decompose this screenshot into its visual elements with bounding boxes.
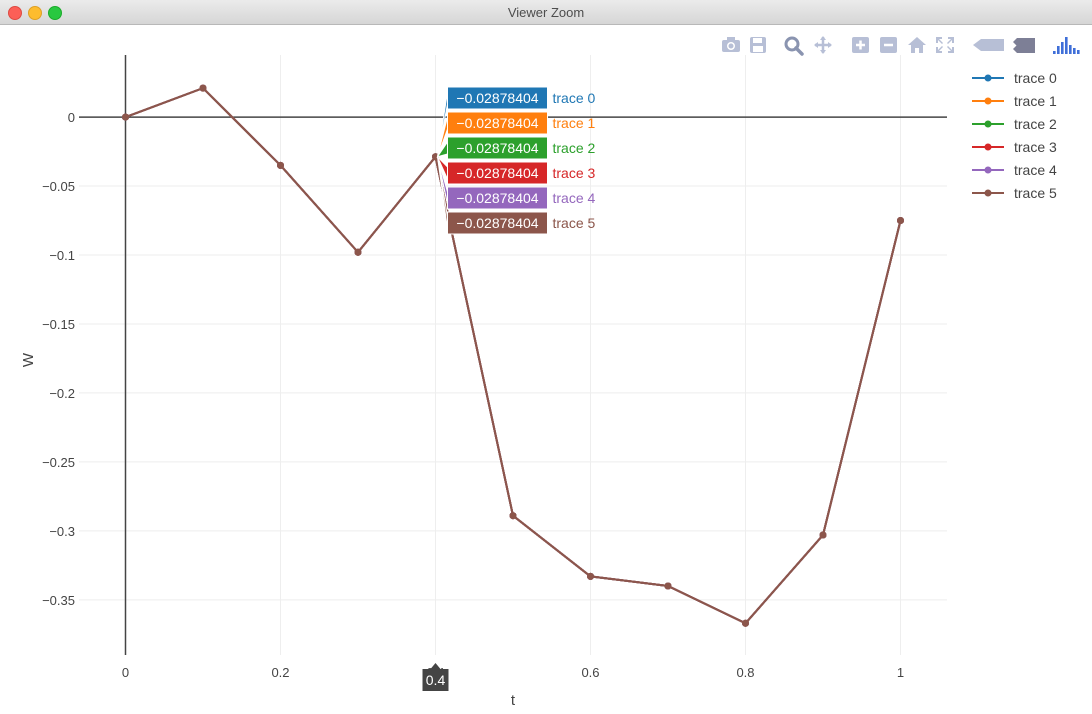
- x-tick-label: 1: [897, 665, 904, 680]
- viewer-window: Viewer Zoom 0 0.2 0.4 0.6 0.8 1 0 −0.05 −0.1 −0.1…: [0, 0, 1092, 714]
- data-point[interactable]: [122, 113, 129, 121]
- hover-value: −0.02878404: [456, 140, 538, 156]
- zoom-out-icon[interactable]: [879, 36, 899, 54]
- hover-trace-name: trace 2: [553, 140, 596, 156]
- legend-label: trace 2: [1014, 116, 1057, 132]
- legend-marker: [984, 74, 992, 82]
- legend[interactable]: trace 0 trace 1 trace 2 trace 3 trace 4 trace…: [972, 70, 1057, 201]
- plot-area[interactable]: 0 0.2 0.4 0.6 0.8 1 0 −0.05 −0.1 −0.15 −0.2 −0.25 −0…: [0, 25, 1092, 714]
- hover-trace-name: trace 1: [553, 115, 596, 131]
- x-axis-title: t: [511, 692, 516, 709]
- autoscale-icon[interactable]: [935, 36, 955, 54]
- data-point[interactable]: [199, 84, 207, 92]
- hover-value: −0.02878404: [456, 215, 538, 231]
- legend-label: trace 3: [1014, 139, 1057, 155]
- hover-labels: −0.02878404 trace 0 −0.02878404 trace 1 −0.0…: [422, 86, 596, 691]
- legend-marker: [984, 120, 992, 128]
- hover-x-value: 0.4: [426, 672, 446, 688]
- window-title: Viewer Zoom: [507, 5, 585, 20]
- camera-icon[interactable]: [721, 36, 741, 54]
- data-point[interactable]: [742, 619, 749, 627]
- hover-trace-name: trace 3: [553, 165, 596, 181]
- hover-value: −0.02878404: [456, 165, 538, 181]
- legend-marker: [984, 97, 992, 105]
- y-tick-label: −0.05: [42, 179, 75, 194]
- y-tick-label: −0.15: [42, 317, 75, 332]
- data-point[interactable]: [509, 512, 517, 520]
- y-tick-label: −0.2: [49, 386, 75, 401]
- data-point[interactable]: [819, 531, 827, 539]
- legend-marker: [984, 166, 992, 174]
- x-tick-label: 0.6: [581, 665, 599, 680]
- legend-item[interactable]: trace 3: [972, 139, 1057, 155]
- legend-label: trace 1: [1014, 93, 1057, 109]
- legend-label: trace 5: [1014, 185, 1057, 201]
- x-tick-label: 0: [122, 665, 129, 680]
- legend-item[interactable]: trace 5: [972, 185, 1057, 201]
- hover-value: −0.02878404: [456, 115, 538, 131]
- x-tick-label: 0.2: [271, 665, 289, 680]
- modebar[interactable]: [721, 36, 1080, 56]
- plotly-logo-icon[interactable]: [1052, 36, 1080, 54]
- hover-value: −0.02878404: [456, 190, 538, 206]
- zoom-icon[interactable]: [784, 36, 804, 56]
- data-point[interactable]: [587, 572, 594, 580]
- legend-item[interactable]: trace 0: [972, 70, 1057, 86]
- x-tick-label: 0.8: [736, 665, 754, 680]
- legend-item[interactable]: trace 1: [972, 93, 1057, 109]
- legend-item[interactable]: trace 2: [972, 116, 1057, 132]
- legend-marker: [984, 143, 992, 151]
- hover-trace-name: trace 4: [553, 190, 596, 206]
- pan-icon[interactable]: [813, 36, 833, 54]
- zoom-in-icon[interactable]: [851, 36, 871, 54]
- hover-label: −0.02878404 trace 2: [436, 136, 596, 160]
- save-icon[interactable]: [748, 36, 768, 54]
- y-tick-label: −0.35: [42, 593, 75, 608]
- hover-value: −0.02878404: [456, 90, 538, 106]
- y-tick-label: 0: [68, 110, 75, 125]
- data-point[interactable]: [664, 582, 672, 590]
- data-point[interactable]: [897, 217, 904, 225]
- legend-label: trace 0: [1014, 70, 1057, 86]
- hover-trace-name: trace 5: [553, 215, 596, 231]
- spike-closest-icon[interactable]: [973, 36, 1004, 54]
- data-point[interactable]: [354, 248, 362, 256]
- legend-item[interactable]: trace 4: [972, 162, 1057, 178]
- y-axis-title: W: [20, 352, 37, 367]
- home-icon[interactable]: [907, 36, 927, 54]
- hover-trace-name: trace 0: [553, 90, 596, 106]
- y-tick-label: −0.25: [42, 455, 75, 470]
- data-point[interactable]: [277, 161, 284, 169]
- hover-label: −0.02878404 trace 3: [437, 156, 596, 185]
- legend-label: trace 4: [1014, 162, 1057, 178]
- y-tick-label: −0.1: [49, 248, 75, 263]
- spike-compare-icon[interactable]: [1013, 36, 1035, 54]
- y-tick-label: −0.3: [49, 524, 75, 539]
- legend-marker: [984, 189, 992, 197]
- title-bar: Viewer Zoom: [0, 0, 1092, 25]
